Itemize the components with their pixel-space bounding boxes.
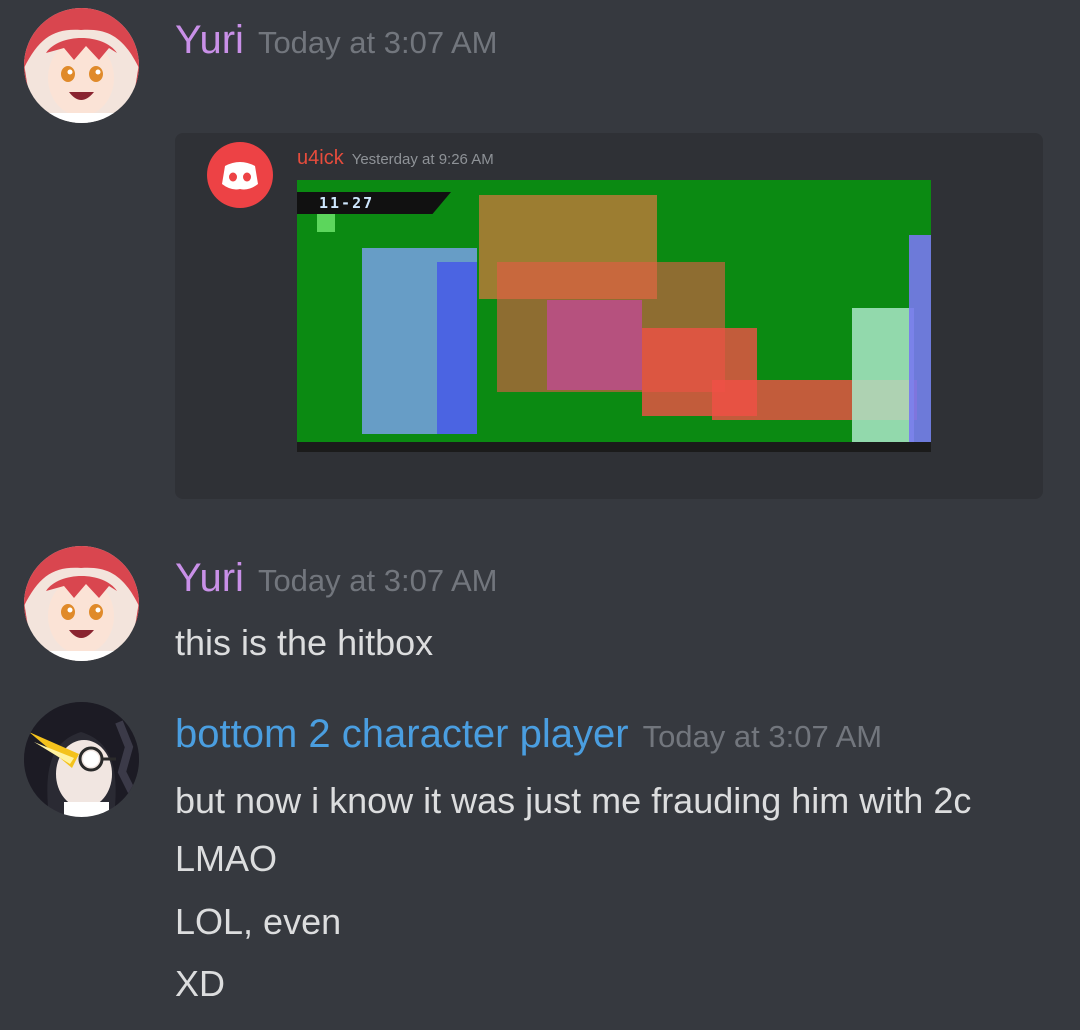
ground-line — [297, 442, 931, 452]
message-text: LOL, even — [175, 901, 342, 942]
username[interactable]: bottom 2 character player — [175, 712, 629, 756]
embedded-screenshot[interactable]: u4ick Yesterday at 9:26 AM 11-27 — [175, 133, 1043, 499]
anime-girl-avatar[interactable] — [24, 546, 139, 661]
embed-username: u4ick — [297, 147, 344, 169]
message-header: bottom 2 character player Today at 3:07 A… — [175, 712, 882, 757]
message-text: this is the hitbox — [175, 622, 434, 663]
game-hitbox-image: 11-27 — [297, 180, 931, 452]
hurtbox-light — [852, 308, 914, 446]
message-text: but now i know it was just me frauding h… — [175, 780, 972, 821]
glasses-character-avatar[interactable] — [24, 702, 139, 817]
timestamp: Today at 3:07 AM — [257, 25, 498, 60]
hurtbox-blue-dark — [437, 262, 477, 434]
hurtbox-magenta — [547, 300, 642, 390]
embed-timestamp: Yesterday at 9:26 AM — [351, 151, 494, 168]
hurtbox-right — [909, 235, 931, 450]
message-header: Yuri Today at 3:07 AM — [175, 18, 497, 63]
hud-marker — [317, 214, 335, 232]
embed-header: u4ick Yesterday at 9:26 AM — [297, 147, 494, 170]
message-header: Yuri Today at 3:07 AM — [175, 556, 497, 601]
username[interactable]: Yuri — [175, 18, 244, 62]
timestamp: Today at 3:07 AM — [257, 563, 498, 598]
frame-counter: 11-27 — [297, 192, 451, 214]
timestamp: Today at 3:07 AM — [642, 719, 883, 754]
message-text: XD — [175, 963, 226, 1004]
discord-logo-icon — [207, 142, 273, 208]
anime-girl-avatar[interactable] — [24, 8, 139, 123]
message-text: LMAO — [175, 838, 278, 879]
username[interactable]: Yuri — [175, 556, 244, 600]
